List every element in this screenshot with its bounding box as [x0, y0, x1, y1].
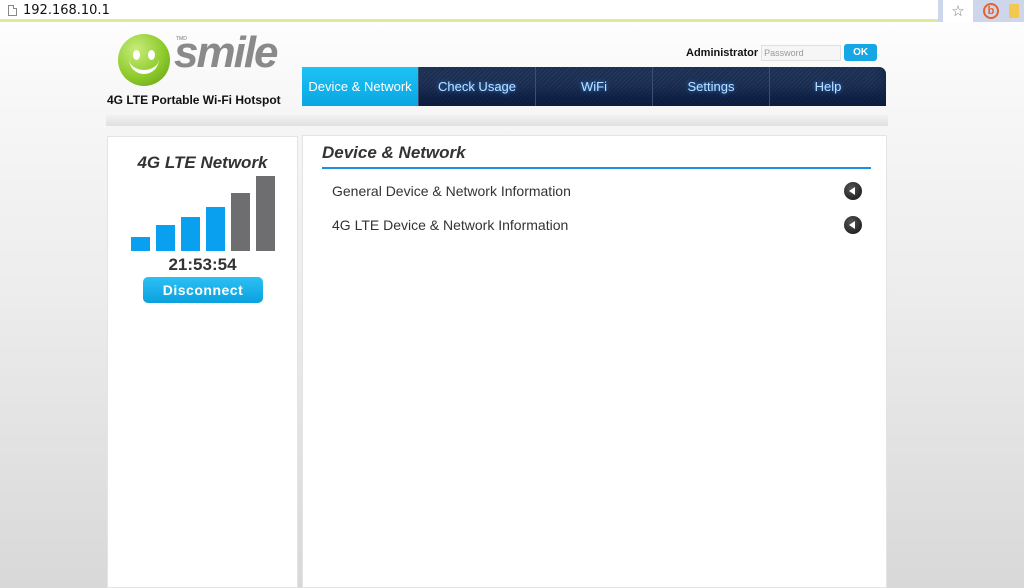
smiley-face-icon [118, 34, 170, 86]
smile-logo: TMD smile [118, 28, 288, 89]
login-ok-button[interactable]: OK [844, 44, 878, 61]
tab-settings[interactable]: Settings [653, 67, 770, 106]
list-item-label: General Device & Network Information [332, 183, 571, 199]
arrow-left-circle-icon[interactable] [844, 182, 862, 200]
admin-login: Administrator OK [686, 44, 878, 61]
network-type-title: 4G LTE Network [137, 153, 268, 172]
password-input[interactable] [761, 44, 842, 61]
disconnect-button[interactable]: Disconnect [143, 277, 263, 303]
tab-device-network[interactable]: Device & Network [302, 67, 419, 106]
signal-bar [231, 193, 250, 251]
arrow-left-circle-icon[interactable] [844, 216, 862, 234]
url-field[interactable]: 192.168.10.1 [0, 0, 940, 20]
signal-bar [256, 176, 275, 251]
list-item-label: 4G LTE Device & Network Information [332, 217, 569, 233]
admin-label: Administrator [686, 46, 759, 59]
signal-bar [181, 217, 200, 251]
bookmark-star-icon[interactable]: ☆ [943, 0, 973, 22]
tab-help[interactable]: Help [770, 67, 886, 106]
signal-bar [131, 237, 150, 251]
network-status-panel: 4G LTE Network 21:53:54 Disconnect [107, 136, 298, 588]
page-icon [8, 4, 17, 16]
browser-address-bar: 192.168.10.1 ☆ b [0, 0, 1024, 22]
header-divider [106, 115, 888, 126]
notes-extension-icon[interactable] [1009, 4, 1019, 18]
section-divider [322, 167, 871, 169]
content-panel: Device & Network General Device & Networ… [302, 135, 887, 588]
signal-bar [156, 225, 175, 251]
brand-name: smile [174, 28, 279, 77]
list-item-general-info[interactable]: General Device & Network Information [332, 180, 862, 202]
signal-bar [206, 207, 225, 251]
connection-timer: 21:53:54 [168, 255, 237, 274]
signal-strength-icon [131, 176, 276, 251]
list-item-lte-info[interactable]: 4G LTE Device & Network Information [332, 214, 862, 236]
url-text[interactable]: 192.168.10.1 [23, 3, 110, 18]
section-title: Device & Network [322, 143, 466, 162]
browser-toolbar-icons: ☆ b [938, 0, 1024, 22]
extension-b-icon[interactable]: b [983, 3, 999, 19]
main-nav: Device & Network Check Usage WiFi Settin… [302, 67, 886, 106]
tab-check-usage[interactable]: Check Usage [419, 67, 536, 106]
product-tagline: 4G LTE Portable Wi-Fi Hotspot [107, 93, 281, 107]
tab-wifi[interactable]: WiFi [536, 67, 653, 106]
